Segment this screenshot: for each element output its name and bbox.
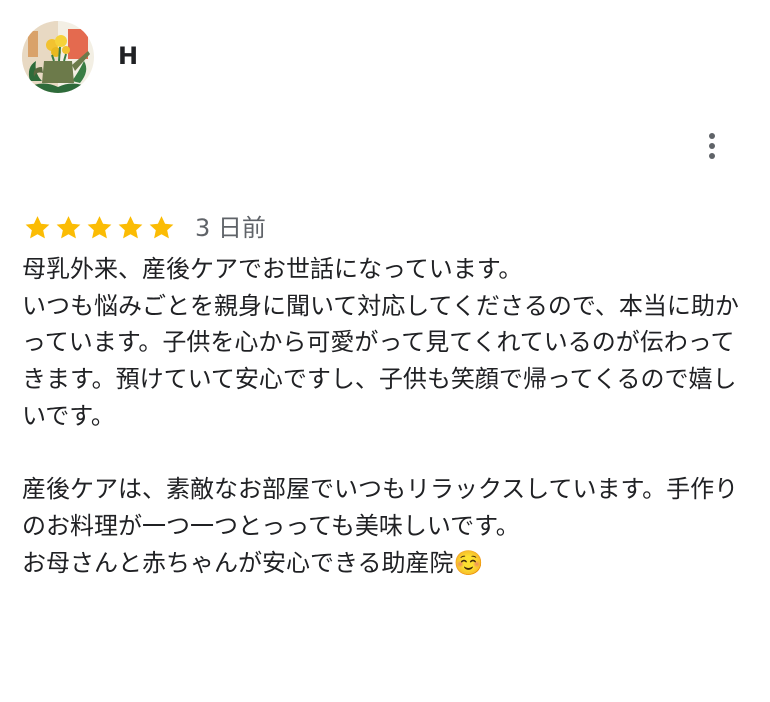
more-vertical-icon-dot [709,143,715,149]
star-icon [146,213,177,243]
rating-row: 3 日前 [22,210,266,246]
author-avatar[interactable] [22,21,94,93]
star-icon [22,213,53,243]
review-date: 3 日前 [195,214,266,242]
more-vertical-icon-dot [709,153,715,159]
more-vertical-icon [709,133,715,139]
star-icon [84,213,115,243]
more-options-button[interactable] [690,122,734,170]
author-name[interactable]: H [118,42,138,70]
star-icon [53,213,84,243]
star-rating [22,213,177,243]
star-icon [115,213,146,243]
review-text: 母乳外来、産後ケアでお世話になっています。 いつも悩みごとを親身に聞いて対応して… [22,255,739,577]
watering-can-flowers-avatar [22,21,94,93]
